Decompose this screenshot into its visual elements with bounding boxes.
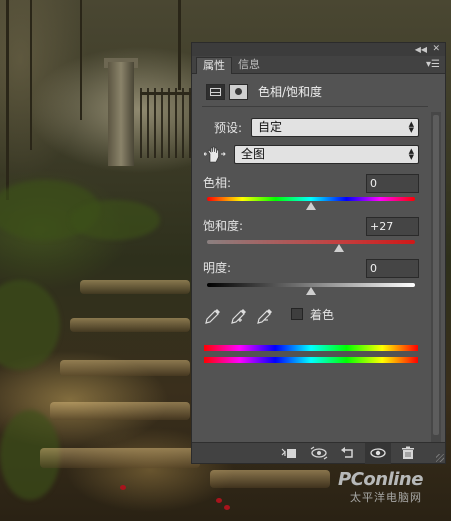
output-color-bar [204,357,418,363]
close-panel-icon[interactable]: ✕ [432,43,440,56]
saturation-slider-thumb[interactable] [334,244,345,252]
saturation-input[interactable]: +27 [366,217,419,236]
preset-value: 自定 [258,120,283,134]
panel-scrollbar-thumb[interactable] [433,115,439,435]
saturation-slider-track[interactable] [207,240,415,244]
view-previous-button[interactable] [305,443,331,464]
panel-footer [192,442,445,464]
saturation-label: 饱和度: [203,219,244,233]
hue-label: 色相: [203,176,232,190]
clip-to-layer-icon [281,448,296,458]
delete-button[interactable] [395,443,421,464]
visibility-eye-icon [370,448,386,458]
header-divider [202,106,428,107]
tab-info[interactable]: 信息 [232,57,266,74]
view-previous-icon [310,446,328,460]
mask-icon[interactable] [229,84,248,100]
panel-menu-icon[interactable]: ▾☰ [426,58,440,72]
watermark-logo: PConline [338,469,423,490]
preset-select[interactable]: 自定 ▲ ▼ [251,118,419,137]
panel-title-bar[interactable]: ◀◀ ✕ [192,43,445,56]
hue-slider-thumb[interactable] [306,202,316,210]
select-arrows-icon: ▲ ▼ [408,120,414,134]
hue-input[interactable]: 0 [366,174,419,193]
colorize-label[interactable]: 着色 [310,307,334,323]
lightness-input[interactable]: 0 [366,259,419,278]
targeted-adjust-hand-icon[interactable] [204,145,226,163]
adjustment-layer-icon[interactable] [206,84,225,100]
trash-icon [402,446,414,459]
eyedropper-icon[interactable] [204,307,222,325]
select-arrows-icon: ▲ ▼ [408,147,414,161]
resize-grip[interactable] [436,454,444,462]
preset-label: 预设: [214,121,243,135]
eyedropper-plus-icon[interactable] [230,307,248,325]
reset-icon [341,447,353,458]
collapse-panel-icon[interactable]: ◀◀ [415,43,427,56]
hue-slider-track[interactable] [207,197,415,201]
colorize-checkbox[interactable] [291,308,303,320]
adjustment-title: 色相/饱和度 [258,85,323,99]
tab-properties[interactable]: 属性 [196,57,232,74]
watermark-subtitle: 太平洋电脑网 [350,491,422,504]
range-value: 全图 [241,147,266,161]
properties-panel: ◀◀ ✕ 属性 信息 ▾☰ 色相/饱和度 预设: 自定 ▲ ▼ 全图 ▲ ▼ 色相:… [191,42,446,464]
range-select[interactable]: 全图 ▲ ▼ [234,145,419,164]
visibility-button[interactable] [365,443,391,464]
tab-bar: 属性 信息 ▾☰ [192,56,445,74]
eyedropper-minus-icon[interactable] [256,307,274,325]
reset-button[interactable] [335,443,361,464]
lightness-label: 明度: [203,261,232,275]
clip-to-layer-button[interactable] [276,443,302,464]
input-color-bar [204,345,418,351]
lightness-slider-thumb[interactable] [306,287,316,295]
